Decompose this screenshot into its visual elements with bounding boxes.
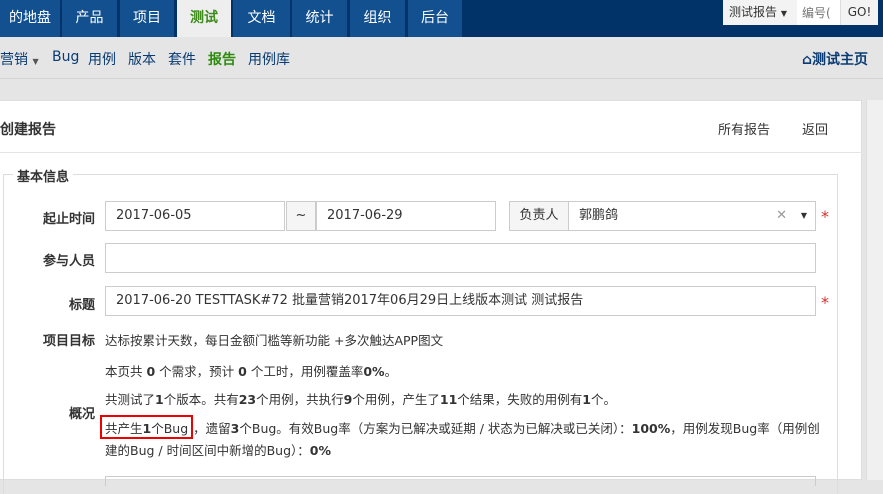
fieldset-legend: 基本信息: [13, 166, 74, 185]
scrollbar[interactable]: [866, 100, 883, 480]
goal-text: 达标按累计天数，每日金额门槛等新功能 +多次触达APP图文: [105, 333, 444, 348]
required-star: *: [821, 207, 829, 226]
product-name: 营销: [0, 52, 28, 68]
test-home-label: 测试主页: [812, 52, 869, 68]
search-type-select[interactable]: 测试报告 ▼: [723, 0, 797, 25]
test-home-link[interactable]: ⌂测试主页: [802, 49, 868, 69]
clear-icon[interactable]: ✕: [776, 202, 787, 230]
members-input[interactable]: [105, 243, 816, 273]
tab-admin[interactable]: 后台: [408, 0, 462, 37]
report-editor[interactable]: [105, 476, 816, 486]
tab-doc[interactable]: 文档: [233, 0, 290, 37]
search-type-label: 测试报告: [729, 5, 778, 19]
required-star: *: [821, 293, 829, 312]
tab-product[interactable]: 产品: [62, 0, 117, 37]
tab-project[interactable]: 项目: [120, 0, 174, 37]
summary-line-2: 共测试了1个版本。共有23个用例，共执行9个用例，产生了11个结果，失败的用例有…: [105, 392, 617, 407]
owner-select[interactable]: 郭鹏鸽 ✕ ▼: [568, 201, 816, 231]
page-title: 创建报告: [0, 122, 56, 138]
owner-addon: 负责人: [509, 201, 569, 231]
search-input[interactable]: [797, 0, 840, 25]
owner-value: 郭鹏鸽: [579, 208, 619, 223]
back-link[interactable]: 返回: [802, 119, 828, 138]
summary-line-4: 建的Bug / 时间区间中新增的Bug）：0%: [105, 443, 332, 458]
summary-line-1: 本页共 0 个需求，预计 0 个工时，用例覆盖率0%。: [105, 364, 398, 379]
all-reports-link[interactable]: 所有报告: [718, 119, 770, 138]
product-switcher[interactable]: 营销 ▼: [0, 49, 39, 69]
subnav-report[interactable]: 报告: [208, 49, 236, 69]
bug-count-highlight: 共产生1个Bug: [100, 415, 194, 439]
caret-down-icon: ▼: [780, 9, 787, 18]
panel-header: 创建报告 所有报告 返回: [0, 101, 862, 153]
end-date-input[interactable]: 2017-06-29: [316, 201, 496, 231]
subnav-bug[interactable]: Bug: [52, 49, 79, 65]
tab-my[interactable]: 的地盘: [0, 0, 60, 37]
date-separator: ~: [286, 201, 316, 231]
summary-line-3: 共产生1个Bug ，遗留3个Bug。有效Bug率（方案为已解决或延期 / 状态为已…: [100, 415, 820, 439]
home-icon: ⌂: [802, 52, 813, 68]
title-input[interactable]: 2017-06-20 TESTTASK#72 批量营销2017年06月29日上线…: [105, 286, 816, 316]
subnav-suite[interactable]: 套件: [168, 49, 196, 69]
go-button[interactable]: GO!: [840, 0, 878, 25]
report-panel: 创建报告 所有报告 返回 基本信息 起止时间 2017-06-05 ~ 2017…: [0, 100, 862, 494]
begin-date-input[interactable]: 2017-06-05: [105, 201, 285, 231]
summary-label: 概况: [68, 407, 95, 422]
goal-label: 项目目标: [42, 334, 95, 349]
subnav-build[interactable]: 版本: [128, 49, 156, 69]
sub-nav: 营销 ▼ Bug 用例 版本 套件 报告 用例库 ⌂测试主页: [0, 37, 883, 79]
subnav-caselib[interactable]: 用例库: [248, 49, 290, 69]
members-label: 参与人员: [42, 254, 95, 269]
tab-stats[interactable]: 统计: [292, 0, 347, 37]
caret-down-icon: ▼: [800, 211, 807, 220]
caret-down-icon: ▼: [32, 57, 39, 66]
date-label: 起止时间: [42, 212, 95, 227]
top-nav: 的地盘 产品 项目 测试 文档 统计 组织 后台 测试报告 ▼ GO!: [0, 0, 883, 37]
tab-org[interactable]: 组织: [350, 0, 405, 37]
title-label: 标题: [68, 298, 95, 313]
tab-test[interactable]: 测试: [177, 0, 231, 37]
subnav-case[interactable]: 用例: [88, 49, 116, 69]
